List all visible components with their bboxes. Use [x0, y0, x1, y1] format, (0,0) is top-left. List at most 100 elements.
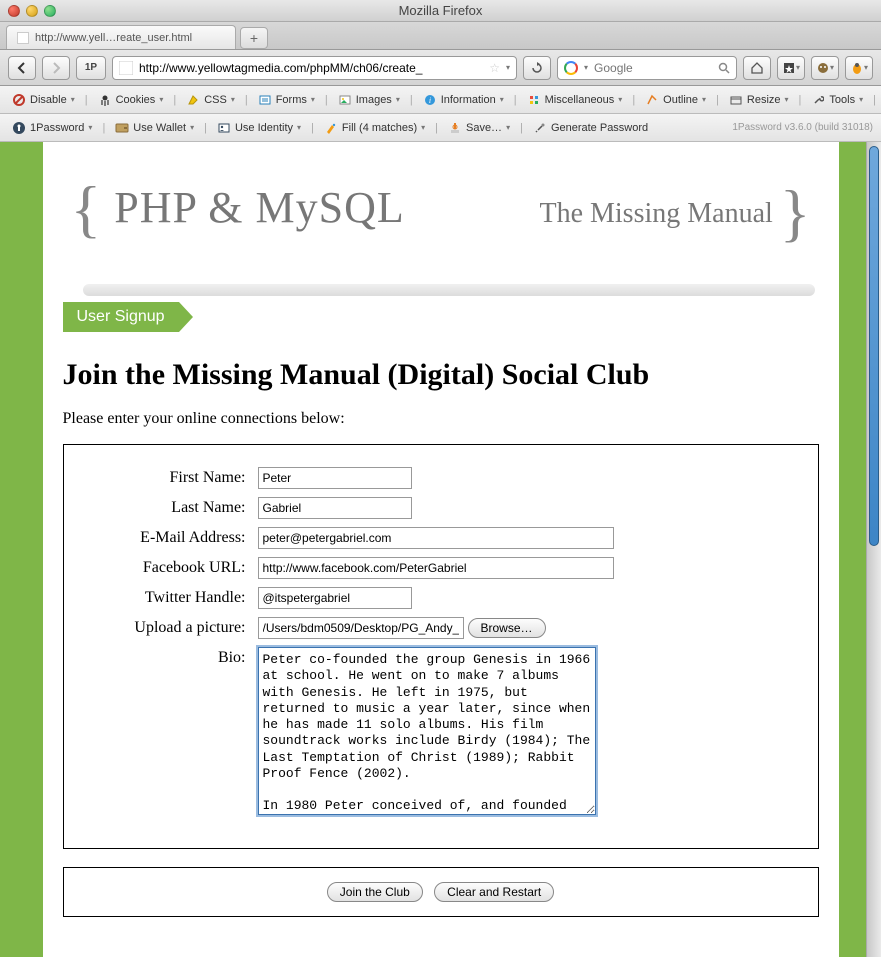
generate-icon — [533, 121, 547, 135]
toolbar-label: Tools — [829, 94, 855, 106]
facebook-input[interactable] — [258, 557, 614, 579]
section-ribbon: User Signup — [63, 302, 179, 332]
search-box[interactable]: ▾ — [557, 56, 737, 80]
search-input[interactable] — [594, 61, 712, 75]
forms-icon — [258, 93, 272, 107]
twitter-input[interactable] — [258, 587, 412, 609]
onepassword-icon — [12, 121, 26, 135]
bio-textarea[interactable] — [258, 647, 596, 815]
form-actions: Join the Club Clear and Restart — [63, 867, 819, 917]
site-favicon-icon — [119, 61, 133, 75]
firebug-button[interactable]: ▾ — [845, 56, 873, 80]
css-icon — [186, 93, 200, 107]
clear-button[interactable]: Clear and Restart — [434, 882, 554, 902]
cookies-icon — [98, 93, 112, 107]
generate-password-menu[interactable]: Generate Password — [529, 119, 652, 137]
ribbon-label: User Signup — [77, 308, 165, 325]
resize-menu[interactable]: Resize▾ — [725, 91, 793, 109]
first-name-input[interactable] — [258, 467, 412, 489]
brace-right-icon: } — [780, 177, 811, 248]
cookies-menu[interactable]: Cookies▾ — [94, 91, 168, 109]
window-title: Mozilla Firefox — [0, 3, 881, 18]
toolbar-label: Fill (4 matches) — [342, 122, 417, 134]
forms-menu[interactable]: Forms▾ — [254, 91, 319, 109]
url-dropdown-icon[interactable]: ▾ — [506, 63, 510, 72]
svg-text:i: i — [429, 96, 431, 105]
outline-menu[interactable]: Outline▾ — [641, 91, 710, 109]
images-icon — [338, 93, 352, 107]
info-icon: i — [423, 93, 437, 107]
misc-icon — [527, 93, 541, 107]
google-icon — [564, 61, 578, 75]
last-name-input[interactable] — [258, 497, 412, 519]
save-menu[interactable]: Save…▾ — [444, 119, 514, 137]
toolbar-label: Cookies — [116, 94, 156, 106]
header-divider — [83, 284, 815, 296]
onepassword-menu[interactable]: 1Password▾ — [8, 119, 96, 137]
label-facebook: Facebook URL: — [90, 557, 258, 577]
fill-icon — [324, 121, 338, 135]
tools-icon — [811, 93, 825, 107]
onepassword-toolbar: 1Password▾ | Use Wallet▾ | Use Identity▾… — [0, 114, 881, 142]
file-path-input[interactable] — [258, 617, 464, 639]
greasemonkey-button[interactable]: ▾ — [811, 56, 839, 80]
signup-form: First Name: Last Name: E-Mail Address: F… — [63, 444, 819, 849]
outline-icon — [645, 93, 659, 107]
scrollbar-thumb[interactable] — [869, 146, 879, 546]
page-title: Join the Missing Manual (Digital) Social… — [63, 358, 819, 392]
resize-icon — [729, 93, 743, 107]
page-header: { PHP & MySQL The Missing Manual } — [63, 162, 819, 262]
page-favicon-icon — [17, 32, 29, 44]
images-menu[interactable]: Images▾ — [334, 91, 404, 109]
page-content: { PHP & MySQL The Missing Manual } User … — [43, 142, 839, 957]
url-bar[interactable]: ☆ ▾ — [112, 56, 517, 80]
tools-menu[interactable]: Tools▾ — [807, 91, 867, 109]
toolbar-label: Resize — [747, 94, 781, 106]
toolbar-label: Images — [356, 94, 392, 106]
browse-button[interactable]: Browse… — [468, 618, 546, 638]
tab-strip: http://www.yell…reate_user.html + — [0, 22, 881, 50]
toolbar-label: Information — [441, 94, 496, 106]
search-icon[interactable] — [718, 62, 730, 74]
label-twitter: Twitter Handle: — [90, 587, 258, 607]
page-instruction: Please enter your online connections bel… — [63, 410, 819, 428]
viewport: { PHP & MySQL The Missing Manual } User … — [0, 142, 881, 957]
label-email: E-Mail Address: — [90, 527, 258, 547]
forward-button[interactable] — [42, 56, 70, 80]
miscellaneous-menu[interactable]: Miscellaneous▾ — [523, 91, 627, 109]
navigation-toolbar: 1P ☆ ▾ ▾ ▾ ▾ ▾ — [0, 50, 881, 86]
css-menu[interactable]: CSS▾ — [182, 91, 239, 109]
webdev-toolbar: Disable▾ | Cookies▾ | CSS▾ | Forms▾ | Im… — [0, 86, 881, 114]
label-bio: Bio: — [90, 647, 258, 667]
use-wallet-menu[interactable]: Use Wallet▾ — [111, 119, 198, 137]
brace-left-icon: { — [71, 173, 103, 244]
toolbar-label: Disable — [30, 94, 67, 106]
browser-tab[interactable]: http://www.yell…reate_user.html — [6, 25, 236, 49]
search-engine-dropdown-icon[interactable]: ▾ — [584, 63, 588, 72]
fill-menu[interactable]: Fill (4 matches)▾ — [320, 119, 429, 137]
label-first-name: First Name: — [90, 467, 258, 487]
new-tab-button[interactable]: + — [240, 27, 268, 49]
disable-icon — [12, 93, 26, 107]
disable-menu[interactable]: Disable▾ — [8, 91, 79, 109]
toolbar-label: Use Identity — [235, 122, 293, 134]
join-button[interactable]: Join the Club — [327, 882, 423, 902]
use-identity-menu[interactable]: Use Identity▾ — [213, 119, 305, 137]
reload-button[interactable] — [523, 56, 551, 80]
identity-icon — [217, 121, 231, 135]
back-button[interactable] — [8, 56, 36, 80]
home-button[interactable] — [743, 56, 771, 80]
email-input[interactable] — [258, 527, 614, 549]
tab-title: http://www.yell…reate_user.html — [35, 32, 192, 44]
onepassword-button[interactable]: 1P — [76, 56, 106, 80]
vertical-scrollbar[interactable] — [866, 142, 881, 957]
onepassword-version: 1Password v3.6.0 (build 31018) — [732, 122, 873, 133]
url-input[interactable] — [139, 61, 483, 75]
bookmarks-button[interactable]: ▾ — [777, 56, 805, 80]
bookmark-star-icon[interactable]: ☆ — [489, 61, 500, 75]
information-menu[interactable]: i Information▾ — [419, 91, 508, 109]
toolbar-label: Miscellaneous — [545, 94, 615, 106]
chevron-down-icon: ▾ — [796, 63, 800, 72]
window-titlebar: Mozilla Firefox — [0, 0, 881, 22]
toolbar-label: Save… — [466, 122, 502, 134]
